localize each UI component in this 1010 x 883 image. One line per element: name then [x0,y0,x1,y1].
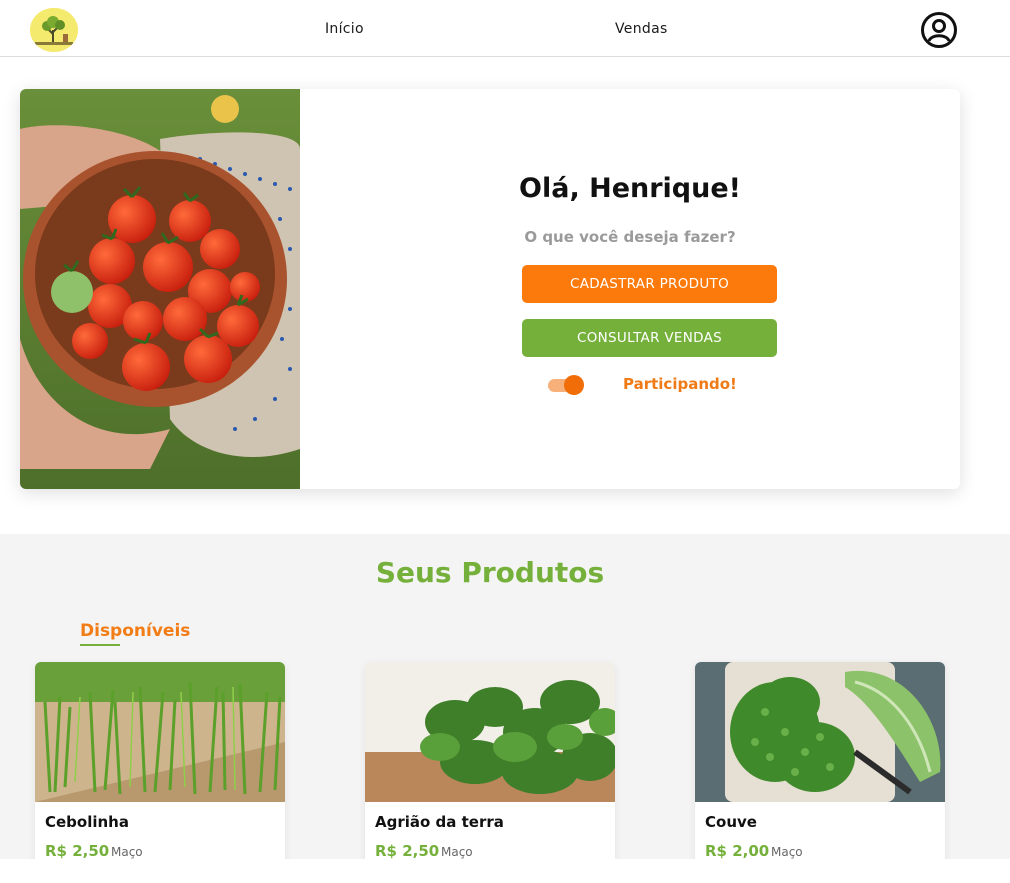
product-unit: Maço [771,845,803,859]
participating-toggle[interactable] [546,374,586,396]
tab-underline [80,644,120,646]
question-text: O que você deseja fazer? [524,228,736,246]
product-card[interactable]: Cebolinha R$ 2,50 Maço [35,662,285,872]
welcome-panel: Olá, Henrique! O que você deseja fazer? … [300,89,960,489]
section-title: Seus Produtos [375,556,605,589]
page-bottom-edge [0,859,1010,883]
register-product-button[interactable]: CADASTRAR PRODUTO [522,265,777,303]
product-price: R$ 2,50 [45,842,110,860]
toggle-knob [564,375,584,395]
product-price: R$ 2,50 [375,842,440,860]
nav-link-inicio[interactable]: Início [325,21,364,37]
greeting-heading: Olá, Henrique! [519,173,741,204]
welcome-card: Olá, Henrique! O que você deseja fazer? … [20,89,960,489]
tab-available[interactable]: Disponíveis [80,621,190,641]
product-unit: Maço [441,845,473,859]
product-card[interactable]: Couve R$ 2,00 Maço [695,662,945,872]
product-unit: Maço [111,845,143,859]
nav-link-vendas[interactable]: Vendas [615,21,668,37]
product-card[interactable]: Agrião da terra R$ 2,50 Maço [365,662,615,872]
products-section: Seus Produtos Disponíveis Cebolinha R$ 2… [0,534,1010,872]
farm-tree-logo-icon[interactable] [30,8,78,52]
product-name: Cebolinha [45,813,129,831]
chopped-kale-photo [695,662,945,802]
product-name: Agrião da terra [375,813,504,831]
watercress-photo [365,662,615,802]
tomatoes-bowl-photo [20,89,300,489]
product-price: R$ 2,00 [705,842,770,860]
toggle-label: Participando! [623,375,737,393]
check-sales-button[interactable]: CONSULTAR VENDAS [522,319,777,357]
top-navbar: Início Vendas [0,0,1010,57]
user-circle-icon[interactable] [920,11,958,49]
product-name: Couve [705,813,757,831]
green-onion-field-photo [35,662,285,802]
